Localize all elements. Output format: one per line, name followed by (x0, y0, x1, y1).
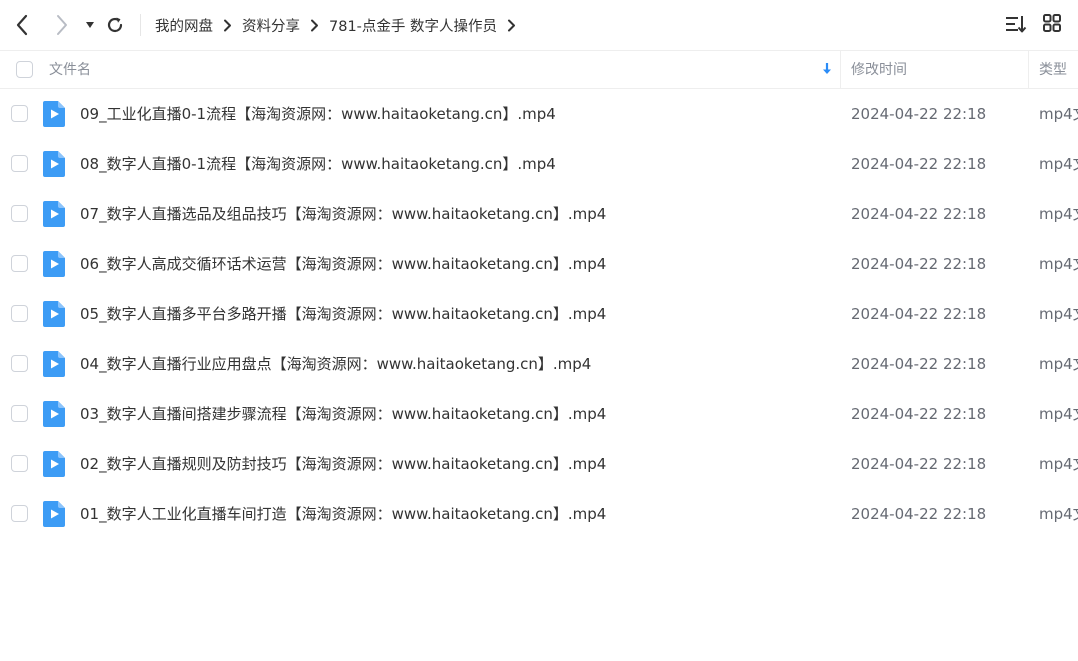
grid-view-button[interactable] (1042, 13, 1062, 37)
video-file-icon (43, 301, 65, 327)
breadcrumb: 我的网盘 资料分享 781-点金手 数字人操作员 (155, 0, 526, 50)
file-type: mp4文件 (1039, 305, 1078, 323)
grid-view-icon (1043, 14, 1061, 32)
dropdown-icon (86, 22, 94, 28)
row-checkbox[interactable] (11, 355, 28, 372)
row-checkbox[interactable] (11, 455, 28, 472)
file-row[interactable]: 01_数字人工业化直播车间打造【海淘资源网：www.haitaoketang.c… (0, 489, 1078, 539)
file-name[interactable]: 05_数字人直播多平台多路开播【海淘资源网：www.haitaoketang.c… (80, 289, 606, 339)
file-row[interactable]: 08_数字人直播0-1流程【海淘资源网：www.haitaoketang.cn】… (0, 139, 1078, 189)
video-file-icon (43, 401, 65, 427)
file-name[interactable]: 01_数字人工业化直播车间打造【海淘资源网：www.haitaoketang.c… (80, 489, 606, 539)
row-checkbox[interactable] (11, 155, 28, 172)
row-checkbox[interactable] (11, 105, 28, 122)
video-file-icon (43, 351, 65, 377)
file-modified-date: 2024-04-22 22:18 (851, 405, 987, 423)
file-name[interactable]: 02_数字人直播规则及防封技巧【海淘资源网：www.haitaoketang.c… (80, 439, 606, 489)
file-name[interactable]: 08_数字人直播0-1流程【海淘资源网：www.haitaoketang.cn】… (80, 139, 556, 189)
file-type: mp4文件 (1039, 255, 1078, 273)
row-checkbox[interactable] (11, 305, 28, 322)
column-divider[interactable] (840, 51, 841, 89)
back-icon (16, 14, 28, 36)
toolbar-divider (140, 14, 141, 36)
forward-button[interactable] (51, 13, 73, 37)
select-all-checkbox[interactable] (16, 61, 33, 78)
video-file-icon (43, 151, 65, 177)
breadcrumb-item-root[interactable]: 我的网盘 (155, 15, 213, 36)
file-modified-date: 2024-04-22 22:18 (851, 155, 987, 173)
file-row[interactable]: 04_数字人直播行业应用盘点【海淘资源网：www.haitaoketang.cn… (0, 339, 1078, 389)
column-divider[interactable] (1028, 51, 1029, 89)
sort-icon (1006, 16, 1027, 33)
row-checkbox[interactable] (11, 255, 28, 272)
chevron-right-icon (310, 19, 319, 32)
sort-down-arrow-icon[interactable] (821, 62, 833, 80)
file-type: mp4文件 (1039, 155, 1078, 173)
file-name[interactable]: 09_工业化直播0-1流程【海淘资源网：www.haitaoketang.cn】… (80, 89, 556, 139)
chevron-right-icon[interactable] (507, 19, 516, 32)
file-name[interactable]: 06_数字人高成交循环话术运营【海淘资源网：www.haitaoketang.c… (80, 239, 606, 289)
file-modified-date: 2024-04-22 22:18 (851, 505, 987, 523)
breadcrumb-item-share[interactable]: 资料分享 (242, 15, 300, 36)
file-modified-date: 2024-04-22 22:18 (851, 355, 987, 373)
file-row[interactable]: 05_数字人直播多平台多路开播【海淘资源网：www.haitaoketang.c… (0, 289, 1078, 339)
video-file-icon (43, 451, 65, 477)
file-modified-date: 2024-04-22 22:18 (851, 255, 987, 273)
file-row[interactable]: 02_数字人直播规则及防封技巧【海淘资源网：www.haitaoketang.c… (0, 439, 1078, 489)
file-type: mp4文件 (1039, 405, 1078, 423)
file-type: mp4文件 (1039, 205, 1078, 223)
column-header-modified[interactable]: 修改时间 (851, 51, 907, 89)
sort-button[interactable] (1005, 13, 1027, 39)
file-name[interactable]: 07_数字人直播选品及组品技巧【海淘资源网：www.haitaoketang.c… (80, 189, 606, 239)
row-checkbox[interactable] (11, 505, 28, 522)
file-modified-date: 2024-04-22 22:18 (851, 105, 987, 123)
video-file-icon (43, 101, 65, 127)
file-name[interactable]: 03_数字人直播间搭建步骤流程【海淘资源网：www.haitaoketang.c… (80, 389, 606, 439)
video-file-icon (43, 201, 65, 227)
refresh-button[interactable] (104, 13, 126, 37)
chevron-right-icon (223, 19, 232, 32)
video-file-icon (43, 501, 65, 527)
file-modified-date: 2024-04-22 22:18 (851, 455, 987, 473)
file-modified-date: 2024-04-22 22:18 (851, 205, 987, 223)
file-list-header: 文件名 修改时间 类型 (0, 50, 1078, 89)
file-row[interactable]: 07_数字人直播选品及组品技巧【海淘资源网：www.haitaoketang.c… (0, 189, 1078, 239)
back-button[interactable] (11, 13, 33, 37)
file-row[interactable]: 03_数字人直播间搭建步骤流程【海淘资源网：www.haitaoketang.c… (0, 389, 1078, 439)
file-name[interactable]: 04_数字人直播行业应用盘点【海淘资源网：www.haitaoketang.cn… (80, 339, 591, 389)
row-checkbox[interactable] (11, 405, 28, 422)
history-dropdown-button[interactable] (79, 13, 101, 37)
video-file-icon (43, 251, 65, 277)
toolbar: 我的网盘 资料分享 781-点金手 数字人操作员 (0, 0, 1078, 50)
file-type: mp4文件 (1039, 455, 1078, 473)
refresh-icon (107, 17, 123, 33)
row-checkbox[interactable] (11, 205, 28, 222)
forward-icon (57, 15, 67, 35)
file-type: mp4文件 (1039, 505, 1078, 523)
file-type: mp4文件 (1039, 355, 1078, 373)
file-row[interactable]: 09_工业化直播0-1流程【海淘资源网：www.haitaoketang.cn】… (0, 89, 1078, 139)
column-header-type[interactable]: 类型 (1039, 51, 1067, 89)
file-row[interactable]: 06_数字人高成交循环话术运营【海淘资源网：www.haitaoketang.c… (0, 239, 1078, 289)
breadcrumb-item-current[interactable]: 781-点金手 数字人操作员 (329, 15, 497, 36)
file-type: mp4文件 (1039, 105, 1078, 123)
file-modified-date: 2024-04-22 22:18 (851, 305, 987, 323)
column-header-name[interactable]: 文件名 (49, 51, 91, 89)
